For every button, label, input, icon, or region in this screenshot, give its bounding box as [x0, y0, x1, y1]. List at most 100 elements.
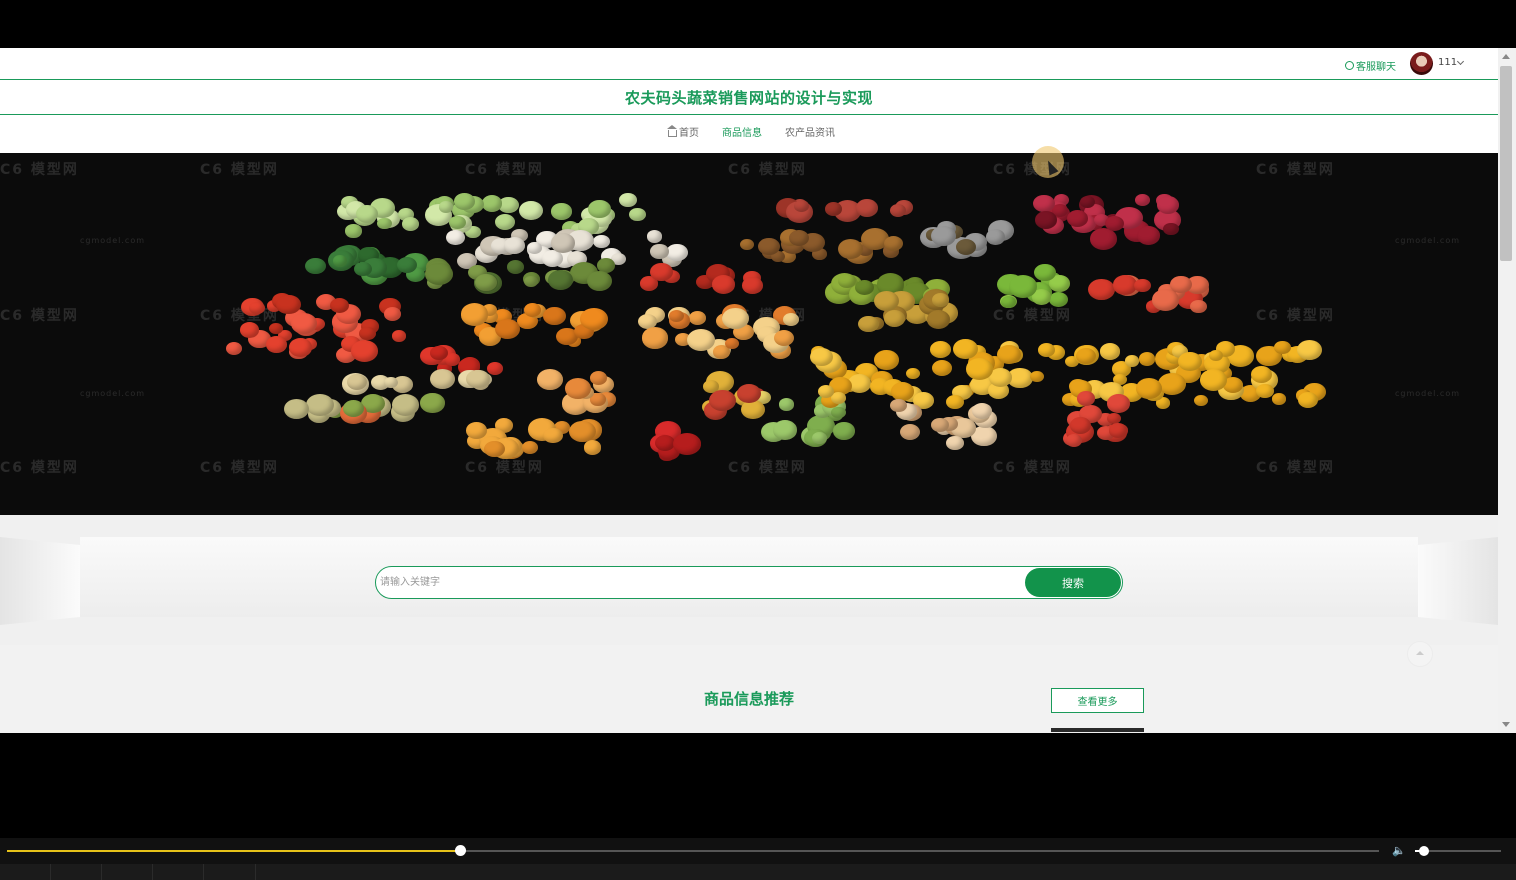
produce-shape: [709, 389, 737, 412]
produce-shape: [673, 432, 701, 455]
produce-shape: [890, 398, 907, 412]
recommend-section: 商品信息推荐 查看更多: [0, 645, 1498, 733]
search-input[interactable]: [378, 568, 1022, 597]
scrollbar-thumb[interactable]: [1500, 66, 1512, 261]
produce-shape: [547, 269, 574, 291]
customer-chat-link[interactable]: 客服聊天: [1345, 58, 1396, 73]
produce-shape: [1124, 354, 1140, 367]
produce-shape: [740, 400, 765, 420]
produce-shape: [1274, 341, 1291, 355]
produce-shape: [551, 203, 572, 220]
nav-item-news[interactable]: 农产品资讯: [785, 124, 835, 139]
nav-item-label: 商品信息: [722, 128, 762, 139]
produce-shape: [1108, 423, 1127, 438]
produce-shape: [931, 293, 949, 308]
produce-shape: [1296, 339, 1323, 361]
produce-shape: [543, 306, 567, 325]
chat-label: 客服聊天: [1356, 62, 1396, 73]
produce-shape: [1298, 391, 1319, 408]
produce-shape: [831, 406, 846, 419]
produce-shape: [1138, 352, 1156, 366]
back-to-top-button[interactable]: [1407, 641, 1433, 667]
produce-shape: [541, 250, 563, 268]
search-button[interactable]: 搜索: [1025, 568, 1121, 597]
produce-shape: [736, 383, 761, 403]
progress-bar[interactable]: [7, 845, 1379, 856]
produce-shape: [430, 368, 456, 389]
watermark-text: C6 模型网: [1256, 308, 1335, 324]
produce-shape: [757, 237, 780, 256]
nav-item-label: 农产品资讯: [785, 128, 835, 139]
produce-shape: [1037, 343, 1056, 358]
produce-shape: [446, 229, 465, 245]
produce-shape: [884, 236, 904, 252]
produce-shape: [739, 238, 754, 251]
volume-handle[interactable]: [1418, 846, 1429, 856]
produce-shape: [503, 236, 526, 254]
produce-shape: [343, 400, 365, 417]
nav-item-products[interactable]: 商品信息: [722, 124, 762, 139]
player-bottom-strip: [0, 864, 1516, 880]
recommend-title: 商品信息推荐: [703, 690, 794, 708]
nav-item-label: 首页: [679, 128, 699, 139]
produce-shape: [1199, 369, 1227, 391]
produce-shape: [855, 199, 879, 218]
produce-shape: [641, 327, 669, 349]
watermark-text: C6 模型网: [0, 460, 79, 476]
scroll-down-icon[interactable]: [1502, 722, 1510, 727]
player-tab[interactable]: [101, 864, 153, 880]
produce-shape: [345, 224, 362, 238]
produce-shape: [1089, 228, 1118, 251]
watermark-url: cgmodel.com: [80, 389, 146, 398]
produce-shape: [794, 200, 809, 213]
chevron-down-icon[interactable]: [1456, 57, 1465, 66]
avatar[interactable]: [1410, 52, 1433, 75]
produce-shape: [650, 244, 669, 259]
produce-shape: [1008, 275, 1037, 298]
watermark-text: C6 模型网: [993, 460, 1072, 476]
produce-shape: [1134, 279, 1151, 293]
nav-item-home[interactable]: 首页: [667, 124, 699, 139]
produce-shape: [391, 394, 419, 416]
produce-shape: [722, 308, 749, 330]
view-more-button-edge: [1051, 728, 1144, 732]
produce-shape: [1271, 393, 1286, 405]
player-tab[interactable]: [50, 864, 102, 880]
page-scrollbar[interactable]: [1498, 48, 1516, 733]
watermark-url: cgmodel.com: [1395, 389, 1461, 398]
watermark-text: C6 模型网: [0, 308, 79, 324]
produce-shape: [778, 398, 795, 411]
produce-shape: [619, 193, 637, 208]
produce-shape: [289, 338, 313, 357]
produce-shape: [429, 345, 448, 361]
produce-shape: [883, 309, 906, 328]
player-tab[interactable]: [0, 864, 51, 880]
volume-icon[interactable]: 🔈: [1392, 844, 1406, 857]
view-more-button[interactable]: 查看更多: [1051, 688, 1144, 713]
banner-carousel[interactable]: C6 模型网 C6 模型网 C6 模型网 C6 模型网 C6 模型网 C6 模型网 C6 模…: [0, 153, 1498, 515]
produce-shape: [742, 277, 763, 294]
produce-shape: [225, 342, 242, 356]
top-bar: 客服聊天 111: [0, 48, 1498, 79]
username[interactable]: 111: [1438, 57, 1457, 68]
produce-shape: [329, 298, 349, 314]
produce-shape: [383, 376, 398, 389]
decor-panel-right: [1418, 537, 1498, 625]
produce-shape: [438, 200, 454, 213]
progress-handle[interactable]: [454, 845, 466, 856]
produce-shape: [889, 203, 906, 217]
produce-shape: [687, 328, 715, 351]
volume-slider[interactable]: [1415, 846, 1501, 856]
produce-shape: [460, 303, 489, 326]
player-tab[interactable]: [203, 864, 256, 880]
produce-shape: [551, 233, 576, 253]
watermark-text: C6 模型网: [465, 162, 544, 178]
produce-shape: [580, 307, 608, 330]
player-tab[interactable]: [152, 864, 204, 880]
produce-shape: [1135, 378, 1162, 400]
watermark-text: C6 模型网: [728, 460, 807, 476]
produce-shape: [543, 427, 563, 444]
produce-shape: [629, 207, 646, 222]
produce-shape: [946, 435, 964, 450]
scroll-up-icon[interactable]: [1502, 54, 1510, 59]
